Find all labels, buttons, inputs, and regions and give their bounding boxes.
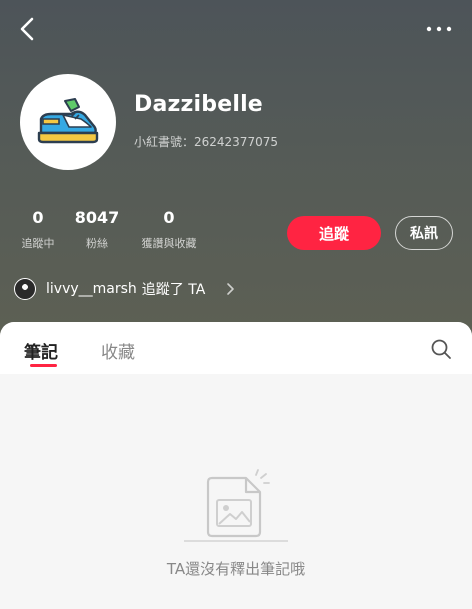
profile-name: Dazzibelle: [134, 92, 263, 117]
follower-avatar: [14, 278, 36, 300]
tab-notes[interactable]: 筆記: [24, 338, 58, 363]
chevron-right-icon: [227, 283, 235, 295]
more-icon[interactable]: [424, 14, 454, 44]
stat-likes-collects[interactable]: 0 獲讚與收藏: [136, 208, 202, 251]
empty-note-icon: [184, 469, 288, 542]
empty-state-text: TA還沒有釋出筆記哦: [166, 560, 306, 578]
follow-button[interactable]: 追蹤: [287, 216, 381, 250]
profile-id[interactable]: 小紅書號：26242377075: [134, 133, 278, 150]
stat-following[interactable]: 0 追蹤中: [17, 208, 59, 251]
stat-label: 追蹤中: [21, 237, 55, 250]
stat-label: 獲讚與收藏: [141, 237, 197, 250]
back-icon[interactable]: [16, 14, 40, 44]
profile-header: Dazzibelle 小紅書號：26242377075 0 追蹤中 8047 粉…: [0, 0, 472, 340]
avatar[interactable]: [20, 74, 116, 170]
active-tab-indicator: [30, 364, 57, 367]
stat-value: 0: [163, 208, 175, 227]
follower-username: livvy__marsh: [46, 281, 137, 297]
stat-label: 粉絲: [86, 237, 108, 250]
stat-value: 0: [32, 208, 44, 227]
followed-by-row[interactable]: livvy__marsh 追蹤了 TA: [14, 277, 235, 301]
stat-value: 8047: [74, 208, 120, 227]
message-button[interactable]: 私訊: [395, 216, 453, 250]
tab-collections[interactable]: 收藏: [101, 338, 135, 363]
tab-bar: 筆記 收藏: [0, 322, 472, 374]
content-panel: 筆記 收藏 TA還沒有釋出筆記哦: [0, 322, 472, 609]
search-icon[interactable]: [430, 338, 452, 360]
followed-by-text: 追蹤了 TA: [141, 282, 206, 298]
stat-fans[interactable]: 8047 粉絲: [72, 208, 122, 251]
shoe-avatar-icon: [37, 98, 99, 144]
